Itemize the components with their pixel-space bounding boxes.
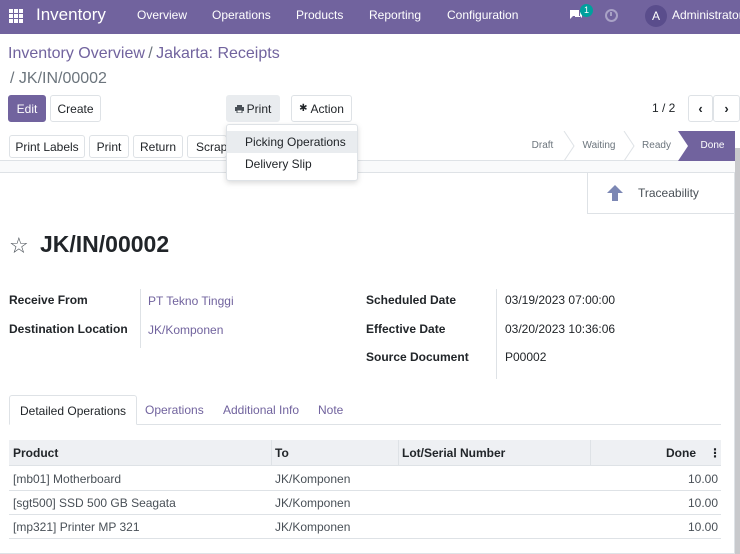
cell-done: 10.00 [687,520,718,534]
print-dropdown-button[interactable]: Print [226,95,280,122]
field-value-scheduled-date: 03/19/2023 07:00:00 [505,293,616,307]
print-dropdown-menu: Picking Operations Delivery Slip [226,124,358,181]
field-label-effective-date: Effective Date [366,322,446,336]
stage-ready: Ready [642,140,671,151]
cell-product: [mp321] Printer MP 321 [13,520,140,534]
app-brand[interactable]: Inventory [36,5,106,25]
field-divider [140,289,141,348]
stage-waiting: Waiting [582,140,616,151]
field-value-source-document: P00002 [505,350,547,364]
menu-item-delivery-slip[interactable]: Delivery Slip [227,153,357,175]
field-label-source-document: Source Document [366,350,469,364]
stage-draft: Draft [531,140,554,151]
column-header-lot-serial[interactable]: Lot/Serial Number [402,440,505,466]
apps-menu-icon[interactable] [9,9,23,23]
avatar[interactable]: A [645,5,667,27]
breadcrumb-receipts[interactable]: Jakarta: Receipts [156,45,280,62]
edit-button[interactable]: Edit [8,95,46,122]
print-label: Print [246,101,272,116]
breadcrumb-inventory-overview[interactable]: Inventory Overview [8,45,145,62]
tab-additional-info[interactable]: Additional Info [223,395,299,425]
return-button[interactable]: Return [133,135,183,158]
menu-reporting[interactable]: Reporting [369,8,421,22]
printer-icon [234,104,244,113]
column-header-to[interactable]: To [275,440,289,466]
print-button[interactable]: Print [89,135,129,158]
pager-previous-button[interactable]: ‹ [688,95,713,122]
menu-item-picking-operations[interactable]: Picking Operations [227,131,357,153]
menu-operations[interactable]: Operations [212,8,271,22]
field-value-effective-date: 03/20/2023 10:36:06 [505,322,616,336]
cell-to: JK/Komponen [275,520,351,534]
table-header: Product To Lot/Serial Number Done ⋮ [9,440,721,466]
column-header-done[interactable]: Done [594,440,696,466]
cell-product: [sgt500] SSD 500 GB Seagata [13,496,176,510]
column-header-product[interactable]: Product [13,440,58,466]
cell-done: 10.00 [687,496,718,510]
traceability-label: Traceability [638,186,699,200]
breadcrumb-separator: / [148,45,153,62]
traceability-button[interactable]: Traceability [587,173,735,214]
tab-note[interactable]: Note [318,395,343,425]
tab-detailed-operations[interactable]: Detailed Operations [9,395,138,425]
tab-operations[interactable]: Operations [145,395,204,425]
action-dropdown-button[interactable]: ✱ Action [291,95,352,122]
table-row[interactable]: [mp321] Printer MP 321 JK/Komponen 10.00 [9,515,721,539]
breadcrumb-current: / JK/IN/00002 [10,70,107,87]
chat-badge: 1 [580,4,593,17]
field-value-receive-from[interactable]: PT Tekno Tinggi [148,294,234,308]
top-navbar: Inventory Overview Operations Products R… [0,0,740,34]
cell-to: JK/Komponen [275,496,351,510]
menu-products[interactable]: Products [296,8,343,22]
gear-icon: ✱ [299,103,308,114]
page-scrollbar[interactable] [735,148,740,554]
menu-configuration[interactable]: Configuration [447,8,518,22]
scrap-button[interactable]: Scrap [187,135,227,158]
record-title: JK/IN/00002 [40,231,170,257]
print-labels-button[interactable]: Print Labels [9,135,85,158]
breadcrumb: Inventory Overview / Jakarta: Receipts [8,45,280,63]
arrow-up-icon [607,185,623,201]
status-bar: Print Labels Print Return Scrap Draft Wa… [0,131,740,161]
field-divider [496,289,497,379]
cell-product: [mb01] Motherboard [13,472,122,486]
control-panel: Inventory Overview / Jakarta: Receipts /… [0,34,740,132]
create-button[interactable]: Create [50,95,101,122]
optional-columns-icon[interactable]: ⋮ [709,440,721,466]
field-label-receive-from: Receive From [9,293,88,307]
user-name[interactable]: Administrator [672,8,740,22]
stage-done-arrow [678,131,690,161]
pager-value[interactable]: 1 / 2 [652,101,675,115]
field-value-destination-location[interactable]: JK/Komponen [148,323,223,337]
cell-to: JK/Komponen [275,472,351,486]
pager-next-button[interactable]: › [713,95,740,122]
field-label-scheduled-date: Scheduled Date [366,293,457,307]
table-row[interactable]: [sgt500] SSD 500 GB Seagata JK/Komponen … [9,491,721,515]
field-label-destination-location: Destination Location [9,322,128,336]
cell-done: 10.00 [687,472,718,486]
action-label: Action [310,101,344,116]
form-sheet: Traceability ☆ JK/IN/00002 Receive From … [0,172,735,554]
activity-clock-icon[interactable] [605,9,618,22]
menu-overview[interactable]: Overview [137,8,187,22]
table-row[interactable]: [mb01] Motherboard JK/Komponen 10.00 [9,467,721,491]
star-icon[interactable]: ☆ [9,235,29,257]
stage-done: Done [690,131,735,161]
